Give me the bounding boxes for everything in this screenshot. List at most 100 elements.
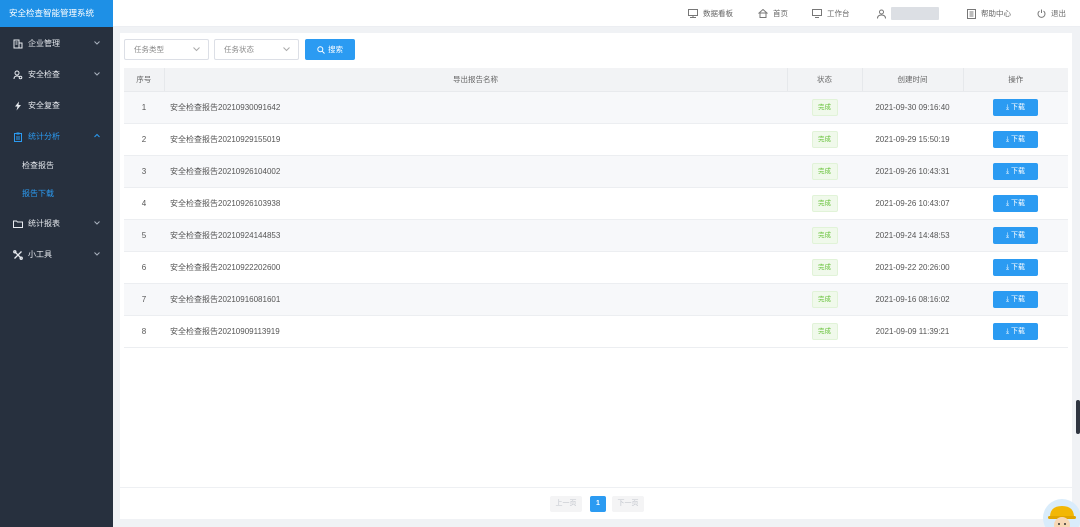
report-name: 安全检查报告20210916081601 [164, 283, 787, 316]
created-time: 2021-09-26 10:43:07 [862, 187, 963, 220]
sidebar-item-label: 统计报表 [28, 219, 60, 228]
status-cell: 完成 [787, 283, 862, 316]
task-type-placeholder: 任务类型 [134, 45, 164, 54]
download-button[interactable]: ⤓ 下载 [993, 290, 1038, 308]
chevron-down-icon [193, 47, 200, 52]
task-type-select[interactable]: 任务类型 [124, 39, 209, 60]
download-button[interactable]: ⤓ 下载 [993, 258, 1038, 276]
status-cell: 完成 [787, 219, 862, 252]
page-number-current[interactable]: 1 [590, 496, 606, 512]
table-row: 2 安全检查报告20210929155019 完成 2021-09-29 15:… [124, 123, 1068, 156]
status-badge: 完成 [811, 322, 838, 340]
action-cell: ⤓ 下载 [963, 283, 1068, 316]
report-name: 安全检查报告20210929155019 [164, 123, 787, 156]
assistant-mascot-icon[interactable] [1042, 498, 1080, 527]
sidebar-subitem-check-report[interactable]: 检查报告 [0, 152, 113, 180]
avatar [891, 7, 939, 20]
help-book-icon [967, 8, 976, 19]
action-cell: ⤓ 下载 [963, 155, 1068, 188]
status-cell: 完成 [787, 123, 862, 156]
created-time: 2021-09-16 08:16:02 [862, 283, 963, 316]
app-title: 安全检查智能管理系统 [0, 0, 113, 27]
search-button[interactable]: 搜索 [305, 39, 355, 60]
sidebar-item-label: 企业管理 [28, 39, 60, 48]
sidebar-item-statistics[interactable]: 统计分析 [0, 121, 113, 152]
user-icon [877, 9, 886, 19]
column-header-action: 操作 [962, 68, 1068, 92]
report-name: 安全检查报告20210926104002 [164, 155, 787, 188]
table-row: 7 安全检查报告20210916081601 完成 2021-09-16 08:… [124, 283, 1068, 316]
sidebar-item-tools[interactable]: 小工具 [0, 239, 113, 270]
row-index: 7 [124, 283, 164, 316]
status-badge: 完成 [811, 258, 838, 276]
table-row: 8 安全检查报告20210909113919 完成 2021-09-09 11:… [124, 315, 1068, 348]
sidebar-item-enterprise[interactable]: 企业管理 [0, 28, 113, 59]
logout-label: 退出 [1051, 9, 1066, 18]
dashboard-link[interactable]: 数据看板 [688, 0, 733, 27]
chevron-down-icon [94, 41, 100, 45]
logout-button[interactable]: 退出 [1037, 0, 1066, 27]
action-cell: ⤓ 下载 [963, 187, 1068, 220]
status-badge: 完成 [811, 162, 838, 180]
created-time: 2021-09-29 15:50:19 [862, 123, 963, 156]
table-row: 4 安全检查报告20210926103938 完成 2021-09-26 10:… [124, 187, 1068, 220]
column-header-name: 导出报告名称 [163, 68, 787, 92]
sidebar-item-safety-check[interactable]: 安全检查 [0, 59, 113, 90]
download-button[interactable]: ⤓ 下载 [993, 130, 1038, 148]
table-row: 5 安全检查报告20210924144853 完成 2021-09-24 14:… [124, 219, 1068, 252]
download-button[interactable]: ⤓ 下载 [993, 322, 1038, 340]
report-download-panel: 任务类型 任务状态 搜索 序号 导出报告名称 状态 创建时间 操作 1 安全检查… [120, 33, 1072, 519]
workbench-link[interactable]: 工作台 [812, 0, 850, 27]
status-badge: 完成 [811, 194, 838, 212]
action-cell: ⤓ 下载 [963, 123, 1068, 156]
download-button[interactable]: ⤓ 下载 [993, 194, 1038, 212]
search-button-label: 搜索 [328, 45, 343, 54]
status-cell: 完成 [787, 155, 862, 188]
download-button[interactable]: ⤓ 下载 [993, 162, 1038, 180]
prev-page-button[interactable]: 上一页 [550, 496, 582, 512]
action-cell: ⤓ 下载 [963, 251, 1068, 284]
row-index: 4 [124, 187, 164, 220]
sidebar-item-label: 小工具 [28, 250, 52, 259]
row-index: 2 [124, 123, 164, 156]
home-link[interactable]: 首页 [758, 0, 788, 27]
workbench-label: 工作台 [827, 9, 850, 18]
clipboard-icon [13, 132, 23, 142]
report-name: 安全检查报告20210922202600 [164, 251, 787, 284]
help-label: 帮助中心 [981, 9, 1011, 18]
status-badge: 完成 [811, 226, 838, 244]
dashboard-icon [688, 9, 698, 18]
action-cell: ⤓ 下载 [963, 91, 1068, 124]
report-name: 安全检查报告20210924144853 [164, 219, 787, 252]
sidebar-item-label: 统计分析 [28, 132, 60, 141]
sidebar-subitem-report-download[interactable]: 报告下载 [0, 180, 113, 208]
report-name: 安全检查报告20210930091642 [164, 91, 787, 124]
scrollbar-thumb[interactable] [1076, 400, 1080, 434]
search-icon [317, 45, 325, 54]
status-cell: 完成 [787, 251, 862, 284]
table-row: 6 安全检查报告20210922202600 完成 2021-09-22 20:… [124, 251, 1068, 284]
top-header: 数据看板 首页 工作台 帮助中心 退出 [113, 0, 1080, 27]
download-button[interactable]: ⤓ 下载 [993, 226, 1038, 244]
action-cell: ⤓ 下载 [963, 315, 1068, 348]
row-index: 5 [124, 219, 164, 252]
action-cell: ⤓ 下载 [963, 219, 1068, 252]
next-page-button[interactable]: 下一页 [612, 496, 644, 512]
table-row: 1 安全检查报告20210930091642 完成 2021-09-30 09:… [124, 91, 1068, 124]
chevron-down-icon [94, 252, 100, 256]
status-cell: 完成 [787, 91, 862, 124]
help-link[interactable]: 帮助中心 [967, 0, 1011, 27]
user-menu[interactable] [877, 0, 939, 27]
sidebar-item-safety-review[interactable]: 安全复查 [0, 90, 113, 121]
task-status-select[interactable]: 任务状态 [214, 39, 299, 60]
download-button[interactable]: ⤓ 下载 [993, 98, 1038, 116]
column-header-status: 状态 [786, 68, 862, 92]
row-index: 1 [124, 91, 164, 124]
column-header-index: 序号 [124, 68, 164, 92]
chevron-down-icon [94, 72, 100, 76]
status-cell: 完成 [787, 187, 862, 220]
sidebar-item-reports[interactable]: 统计报表 [0, 208, 113, 239]
created-time: 2021-09-22 20:26:00 [862, 251, 963, 284]
sidebar-item-label: 安全检查 [28, 70, 60, 79]
status-badge: 完成 [811, 290, 838, 308]
